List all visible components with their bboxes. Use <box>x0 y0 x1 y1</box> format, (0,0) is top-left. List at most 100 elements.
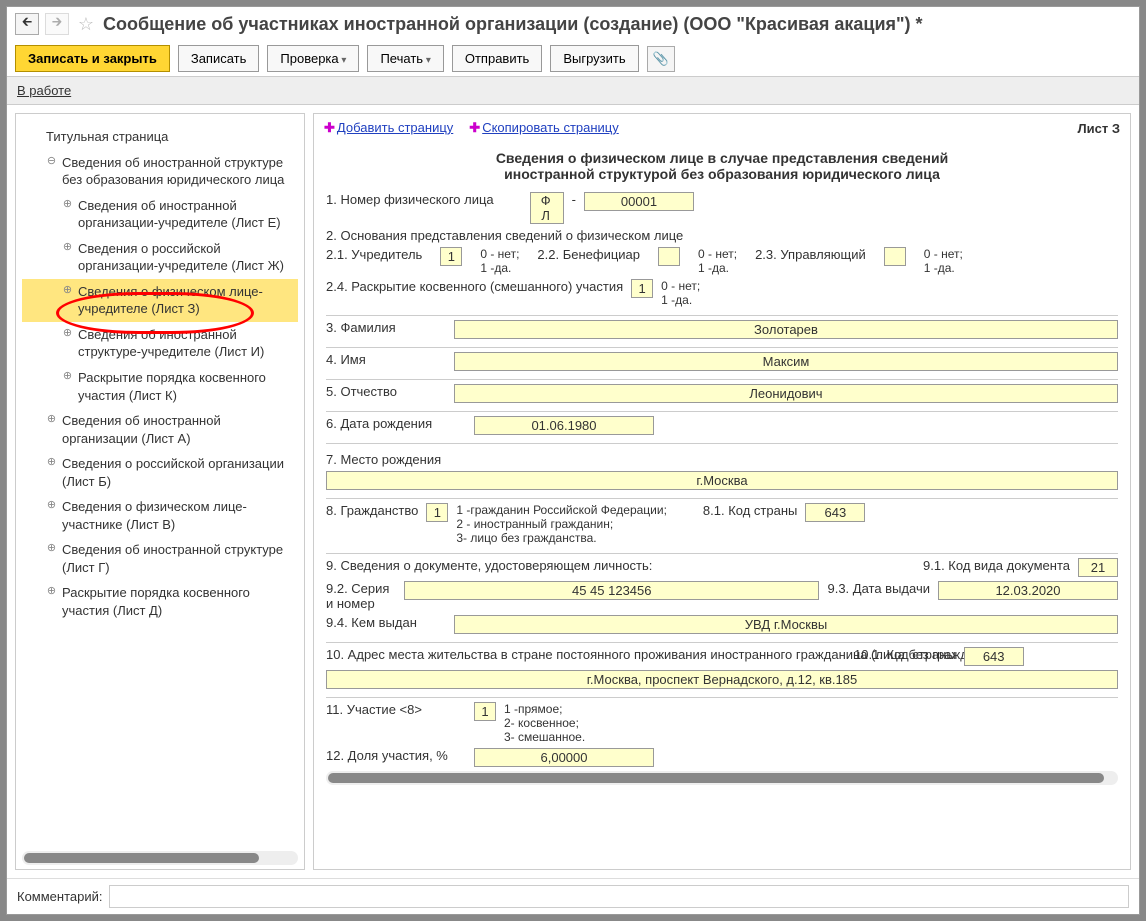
label-address: 10. Адрес места жительства в стране пост… <box>326 647 846 662</box>
label-patronymic: 5. Отчество <box>326 384 446 399</box>
label-share: 12. Доля участия, % <box>326 748 466 763</box>
input-founder[interactable]: 1 <box>440 247 462 266</box>
paperclip-icon: 📎 <box>653 51 669 67</box>
label-person-number: 1. Номер физического лица <box>326 192 494 207</box>
input-indirect[interactable]: 1 <box>631 279 653 298</box>
label-manager: 2.3. Управляющий <box>755 247 866 262</box>
expand-icon[interactable]: ⊕ <box>62 199 73 210</box>
form-hscrollbar[interactable] <box>326 771 1118 785</box>
tree-sheet-e[interactable]: ⊕Сведения об иностранной организации-учр… <box>22 193 298 236</box>
label-name: 4. Имя <box>326 352 446 367</box>
label-doc-date: 9.3. Дата выдачи <box>827 581 930 596</box>
content-pane: ✚Добавить страницу ✚Скопировать страницу… <box>313 113 1131 870</box>
footer: Комментарий: <box>7 878 1139 914</box>
input-addr-country[interactable]: 643 <box>964 647 1024 666</box>
print-button[interactable]: Печать <box>367 45 443 72</box>
save-close-button[interactable]: Записать и закрыть <box>15 45 170 72</box>
input-doc-series[interactable]: 45 45 123456 <box>404 581 819 600</box>
expand-icon[interactable]: ⊕ <box>46 457 57 468</box>
tree-sheet-d[interactable]: ⊕Раскрытие порядка косвенного участия (Л… <box>22 580 298 623</box>
body: Титульная страница ⊖Сведения об иностран… <box>7 105 1139 878</box>
label-citizenship: 8. Гражданство <box>326 503 418 518</box>
input-share[interactable]: 6,00000 <box>474 748 654 767</box>
input-patronymic[interactable]: Леонидович <box>454 384 1118 403</box>
label-beneficiary: 2.2. Бенефициар <box>537 247 640 262</box>
expand-icon[interactable]: ⊕ <box>46 543 57 554</box>
tree-foreign-structure[interactable]: ⊖Сведения об иностранной структуре без о… <box>22 150 298 193</box>
input-address[interactable]: г.Москва, проспект Вернадского, д.12, кв… <box>326 670 1118 689</box>
expand-icon[interactable]: ⊕ <box>62 242 73 253</box>
label-surname: 3. Фамилия <box>326 320 446 335</box>
app-window: 🡰 🡲 ☆ Сообщение об участниках иностранно… <box>6 6 1140 915</box>
nav-back-button[interactable]: 🡰 <box>15 13 39 35</box>
status-link[interactable]: В работе <box>17 83 71 98</box>
label-country-code: 8.1. Код страны <box>703 503 797 518</box>
input-manager[interactable] <box>884 247 906 266</box>
content-toolbar: ✚Добавить страницу ✚Скопировать страницу… <box>314 114 1130 142</box>
favorite-star-icon[interactable]: ☆ <box>75 13 97 35</box>
save-button[interactable]: Записать <box>178 45 260 72</box>
label-addr-country: 10.1. Код страны <box>854 647 956 662</box>
prefix-fl: Ф Л <box>530 192 564 224</box>
label-participation: 11. Участие <8> <box>326 702 466 717</box>
copy-page-link[interactable]: ✚Скопировать страницу <box>469 120 618 136</box>
tree-sheet-i[interactable]: ⊕Сведения об иностранной структуре-учред… <box>22 322 298 365</box>
tree-sheet-a[interactable]: ⊕Сведения об иностранной организации (Ли… <box>22 408 298 451</box>
status-bar: В работе <box>7 76 1139 105</box>
tree-title-page[interactable]: Титульная страница <box>22 124 298 150</box>
tree-sheet-zh[interactable]: ⊕Сведения о российской организации-учред… <box>22 236 298 279</box>
tree-sheet-z-selected[interactable]: ⊕Сведения о физическом лице-учредителе (… <box>22 279 298 322</box>
hint-participation: 1 -прямое; 2- косвенное; 3- смешанное. <box>504 702 585 744</box>
label-doc-issuer: 9.4. Кем выдан <box>326 615 446 630</box>
tree-sheet-b[interactable]: ⊕Сведения о российской организации (Лист… <box>22 451 298 494</box>
input-doc-issuer[interactable]: УВД г.Москвы <box>454 615 1118 634</box>
tree-hscrollbar[interactable] <box>22 851 298 865</box>
titlebar: 🡰 🡲 ☆ Сообщение об участниках иностранно… <box>7 7 1139 41</box>
input-birthplace[interactable]: г.Москва <box>326 471 1118 490</box>
tree-sheet-k[interactable]: ⊕Раскрытие порядка косвенного участия (Л… <box>22 365 298 408</box>
expand-icon[interactable]: ⊕ <box>46 586 57 597</box>
comment-input[interactable] <box>109 885 1130 908</box>
add-page-link[interactable]: ✚Добавить страницу <box>324 120 453 136</box>
input-citizenship[interactable]: 1 <box>426 503 448 522</box>
input-birthdate[interactable]: 01.06.1980 <box>474 416 654 435</box>
form-area: Сведения о физическом лице в случае пред… <box>314 142 1130 869</box>
page-title: Сообщение об участниках иностранной орга… <box>103 14 923 35</box>
hint-citizenship: 1 -гражданин Российской Федерации; 2 - и… <box>456 503 667 545</box>
expand-icon[interactable]: ⊕ <box>62 371 73 382</box>
input-doc-date[interactable]: 12.03.2020 <box>938 581 1118 600</box>
form-heading: Сведения о физическом лице в случае пред… <box>326 150 1118 182</box>
input-person-number[interactable]: 00001 <box>584 192 694 211</box>
attach-button[interactable]: 📎 <box>647 46 675 72</box>
input-doc-type[interactable]: 21 <box>1078 558 1118 577</box>
collapse-icon[interactable]: ⊖ <box>46 156 57 167</box>
label-founder: 2.1. Учредитель <box>326 247 422 262</box>
nav-forward-button[interactable]: 🡲 <box>45 13 69 35</box>
input-beneficiary[interactable] <box>658 247 680 266</box>
toolbar: Записать и закрыть Записать Проверка Печ… <box>7 41 1139 76</box>
label-doc: 9. Сведения о документе, удостоверяющем … <box>326 558 915 573</box>
label-doc-series: 9.2. Серияи номер <box>326 581 396 611</box>
export-button[interactable]: Выгрузить <box>550 45 638 72</box>
label-birthdate: 6. Дата рождения <box>326 416 466 431</box>
send-button[interactable]: Отправить <box>452 45 542 72</box>
comment-label: Комментарий: <box>17 889 103 904</box>
tree-sheet-v[interactable]: ⊕Сведения о физическом лице-участнике (Л… <box>22 494 298 537</box>
check-button[interactable]: Проверка <box>267 45 359 72</box>
expand-icon[interactable]: ⊕ <box>62 328 73 339</box>
nav-tree: Титульная страница ⊖Сведения об иностран… <box>15 113 305 870</box>
label-basis: 2. Основания представления сведений о фи… <box>326 228 683 243</box>
expand-icon[interactable]: ⊕ <box>62 285 73 296</box>
label-indirect: 2.4. Раскрытие косвенного (смешанного) у… <box>326 279 623 294</box>
input-surname[interactable]: Золотарев <box>454 320 1118 339</box>
plus-icon: ✚ <box>469 120 480 135</box>
expand-icon[interactable]: ⊕ <box>46 500 57 511</box>
tree-sheet-g[interactable]: ⊕Сведения об иностранной структуре (Лист… <box>22 537 298 580</box>
input-country-code[interactable]: 643 <box>805 503 865 522</box>
plus-icon: ✚ <box>324 120 335 135</box>
label-doc-type: 9.1. Код вида документа <box>923 558 1070 573</box>
input-name[interactable]: Максим <box>454 352 1118 371</box>
expand-icon[interactable]: ⊕ <box>46 414 57 425</box>
input-participation[interactable]: 1 <box>474 702 496 721</box>
sheet-label: Лист З <box>1078 121 1120 136</box>
